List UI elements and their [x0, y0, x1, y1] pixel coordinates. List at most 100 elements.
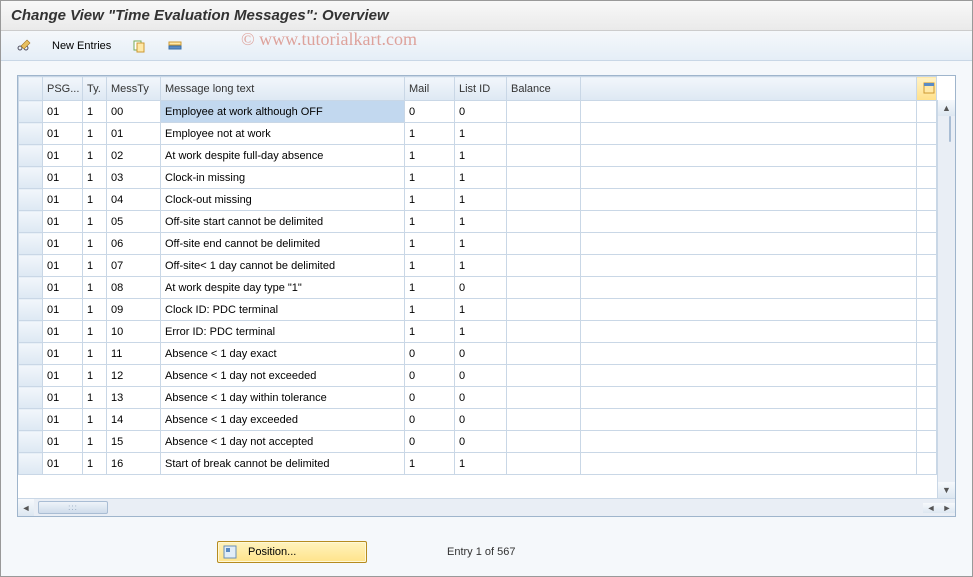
- cell-messty[interactable]: 07: [107, 255, 161, 277]
- cell-balance[interactable]: [507, 277, 581, 299]
- cell-psg[interactable]: 01: [43, 343, 83, 365]
- cell-ty[interactable]: 1: [83, 365, 107, 387]
- cell-message[interactable]: Absence < 1 day not exceeded: [161, 365, 405, 387]
- cell-message[interactable]: Absence < 1 day within tolerance: [161, 387, 405, 409]
- cell-messty[interactable]: 04: [107, 189, 161, 211]
- row-selector[interactable]: [19, 453, 43, 475]
- cell-psg[interactable]: 01: [43, 233, 83, 255]
- cell-messty[interactable]: 02: [107, 145, 161, 167]
- cell-blank[interactable]: [581, 453, 917, 475]
- cell-listid[interactable]: 0: [455, 387, 507, 409]
- cell-mail[interactable]: 1: [405, 189, 455, 211]
- cell-ty[interactable]: 1: [83, 233, 107, 255]
- cell-messty[interactable]: 11: [107, 343, 161, 365]
- row-selector[interactable]: [19, 387, 43, 409]
- new-entries-button[interactable]: New Entries: [45, 37, 118, 55]
- cell-blank[interactable]: [581, 387, 917, 409]
- cell-blank[interactable]: [581, 255, 917, 277]
- cell-messty[interactable]: 06: [107, 233, 161, 255]
- cell-mail[interactable]: 0: [405, 431, 455, 453]
- col-header-balance[interactable]: Balance: [507, 77, 581, 101]
- cell-ty[interactable]: 1: [83, 145, 107, 167]
- table-row[interactable]: 01111Absence < 1 day exact00: [19, 343, 937, 365]
- cell-ty[interactable]: 1: [83, 255, 107, 277]
- col-header-ty[interactable]: Ty.: [83, 77, 107, 101]
- cell-ty[interactable]: 1: [83, 299, 107, 321]
- cell-ty[interactable]: 1: [83, 453, 107, 475]
- cell-listid[interactable]: 1: [455, 299, 507, 321]
- cell-psg[interactable]: 01: [43, 211, 83, 233]
- cell-psg[interactable]: 01: [43, 431, 83, 453]
- col-header-psg[interactable]: PSG...: [43, 77, 83, 101]
- row-selector[interactable]: [19, 123, 43, 145]
- configure-columns-button[interactable]: [917, 77, 937, 101]
- cell-blank[interactable]: [581, 233, 917, 255]
- cell-mail[interactable]: 1: [405, 123, 455, 145]
- cell-psg[interactable]: 01: [43, 365, 83, 387]
- cell-message[interactable]: At work despite day type "1": [161, 277, 405, 299]
- cell-message[interactable]: At work despite full-day absence: [161, 145, 405, 167]
- cell-messty[interactable]: 08: [107, 277, 161, 299]
- table-row[interactable]: 01108At work despite day type "1"10: [19, 277, 937, 299]
- row-selector[interactable]: [19, 431, 43, 453]
- cell-message[interactable]: Error ID: PDC terminal: [161, 321, 405, 343]
- toggle-display-change-button[interactable]: [9, 35, 39, 57]
- cell-blank[interactable]: [581, 431, 917, 453]
- cell-messty[interactable]: 01: [107, 123, 161, 145]
- cell-balance[interactable]: [507, 167, 581, 189]
- cell-balance[interactable]: [507, 453, 581, 475]
- cell-messty[interactable]: 12: [107, 365, 161, 387]
- cell-listid[interactable]: 0: [455, 101, 507, 123]
- cell-balance[interactable]: [507, 189, 581, 211]
- cell-ty[interactable]: 1: [83, 101, 107, 123]
- cell-listid[interactable]: 0: [455, 343, 507, 365]
- cell-balance[interactable]: [507, 343, 581, 365]
- cell-pad[interactable]: [917, 233, 937, 255]
- row-selector[interactable]: [19, 321, 43, 343]
- cell-listid[interactable]: 1: [455, 189, 507, 211]
- row-selector[interactable]: [19, 255, 43, 277]
- cell-blank[interactable]: [581, 299, 917, 321]
- row-selector[interactable]: [19, 145, 43, 167]
- cell-pad[interactable]: [917, 277, 937, 299]
- messages-table[interactable]: PSG... Ty. MessTy Message long text Mail…: [18, 76, 937, 475]
- cell-pad[interactable]: [917, 299, 937, 321]
- cell-pad[interactable]: [917, 387, 937, 409]
- cell-messty[interactable]: 05: [107, 211, 161, 233]
- cell-listid[interactable]: 1: [455, 145, 507, 167]
- cell-listid[interactable]: 0: [455, 365, 507, 387]
- table-row[interactable]: 01115Absence < 1 day not accepted00: [19, 431, 937, 453]
- cell-ty[interactable]: 1: [83, 211, 107, 233]
- cell-listid[interactable]: 1: [455, 211, 507, 233]
- cell-balance[interactable]: [507, 255, 581, 277]
- cell-message[interactable]: Clock ID: PDC terminal: [161, 299, 405, 321]
- cell-message[interactable]: Off-site end cannot be delimited: [161, 233, 405, 255]
- cell-blank[interactable]: [581, 343, 917, 365]
- cell-message[interactable]: Employee not at work: [161, 123, 405, 145]
- cell-balance[interactable]: [507, 211, 581, 233]
- cell-messty[interactable]: 09: [107, 299, 161, 321]
- cell-psg[interactable]: 01: [43, 167, 83, 189]
- delete-button[interactable]: [160, 35, 190, 57]
- row-selector[interactable]: [19, 343, 43, 365]
- row-selector[interactable]: [19, 409, 43, 431]
- cell-psg[interactable]: 01: [43, 277, 83, 299]
- table-row[interactable]: 01113Absence < 1 day within tolerance00: [19, 387, 937, 409]
- cell-mail[interactable]: 0: [405, 409, 455, 431]
- cell-listid[interactable]: 0: [455, 409, 507, 431]
- cell-mail[interactable]: 1: [405, 211, 455, 233]
- vscroll-thumb[interactable]: [949, 116, 951, 142]
- scroll-right-button[interactable]: ►: [939, 503, 955, 513]
- cell-blank[interactable]: [581, 277, 917, 299]
- vertical-scrollbar[interactable]: ▲ ▼: [937, 100, 955, 498]
- cell-messty[interactable]: 10: [107, 321, 161, 343]
- table-row[interactable]: 01104Clock-out missing11: [19, 189, 937, 211]
- cell-message[interactable]: Off-site< 1 day cannot be delimited: [161, 255, 405, 277]
- hscroll-track[interactable]: :::: [34, 499, 923, 516]
- cell-mail[interactable]: 1: [405, 255, 455, 277]
- cell-pad[interactable]: [917, 453, 937, 475]
- cell-message[interactable]: Absence < 1 day exact: [161, 343, 405, 365]
- cell-blank[interactable]: [581, 167, 917, 189]
- row-selector[interactable]: [19, 211, 43, 233]
- cell-psg[interactable]: 01: [43, 409, 83, 431]
